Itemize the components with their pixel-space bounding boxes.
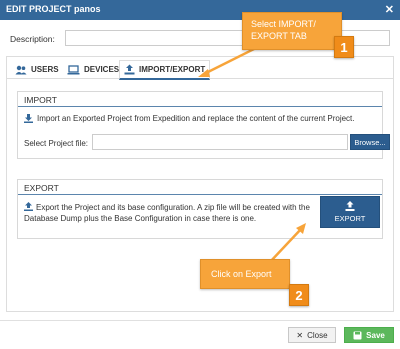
export-description-text: Export the Project and its base configur… bbox=[24, 203, 310, 223]
save-button[interactable]: Save bbox=[344, 327, 394, 343]
close-icon[interactable]: ✕ bbox=[385, 3, 394, 16]
export-button[interactable]: EXPORT bbox=[320, 196, 380, 228]
download-icon bbox=[24, 114, 33, 123]
save-button-label: Save bbox=[366, 330, 385, 340]
tab-bar: USERS DEVICES IMPORT/EXPORT bbox=[7, 57, 393, 80]
tab-devices[interactable]: DEVICES bbox=[63, 60, 123, 79]
users-icon bbox=[15, 65, 27, 74]
close-button[interactable]: ✕ Close bbox=[288, 327, 336, 343]
upload-icon bbox=[124, 64, 135, 75]
export-divider bbox=[18, 194, 382, 195]
tab-devices-label: DEVICES bbox=[84, 65, 120, 74]
description-label: Description: bbox=[10, 34, 55, 44]
import-legend: IMPORT bbox=[24, 95, 57, 105]
export-legend: EXPORT bbox=[24, 183, 59, 193]
tab-import-export[interactable]: IMPORT/EXPORT bbox=[119, 60, 211, 80]
import-description-text: Import an Exported Project from Expediti… bbox=[37, 114, 355, 123]
tab-import-export-label: IMPORT/EXPORT bbox=[139, 65, 206, 74]
floppy-icon bbox=[353, 331, 362, 339]
step-badge-2: 2 bbox=[289, 284, 309, 306]
project-file-label: Select Project file: bbox=[24, 139, 89, 148]
upload-icon bbox=[24, 202, 33, 211]
project-file-input[interactable] bbox=[92, 134, 348, 150]
tab-users-label: USERS bbox=[31, 65, 59, 74]
laptop-icon bbox=[67, 64, 80, 74]
browse-button[interactable]: Browse... bbox=[350, 134, 390, 150]
import-divider bbox=[18, 106, 382, 107]
export-description: Export the Project and its base configur… bbox=[24, 202, 314, 224]
export-button-label: EXPORT bbox=[334, 214, 366, 223]
dialog-title: EDIT PROJECT panos bbox=[6, 4, 101, 14]
export-upload-icon bbox=[345, 201, 355, 211]
callout-click-export: Click on Export bbox=[200, 259, 290, 289]
close-x-icon: ✕ bbox=[296, 330, 304, 340]
callout-select-tab: Select IMPORT/ EXPORT TAB bbox=[242, 12, 342, 50]
tab-users[interactable]: USERS bbox=[11, 60, 63, 79]
close-button-label: Close bbox=[307, 330, 328, 340]
import-section: IMPORT Import an Exported Project from E… bbox=[17, 91, 390, 159]
import-description: Import an Exported Project from Expediti… bbox=[24, 114, 355, 123]
footer-divider bbox=[0, 320, 400, 321]
step-badge-1: 1 bbox=[334, 36, 354, 58]
export-section: EXPORT Export the Project and its base c… bbox=[17, 179, 383, 239]
